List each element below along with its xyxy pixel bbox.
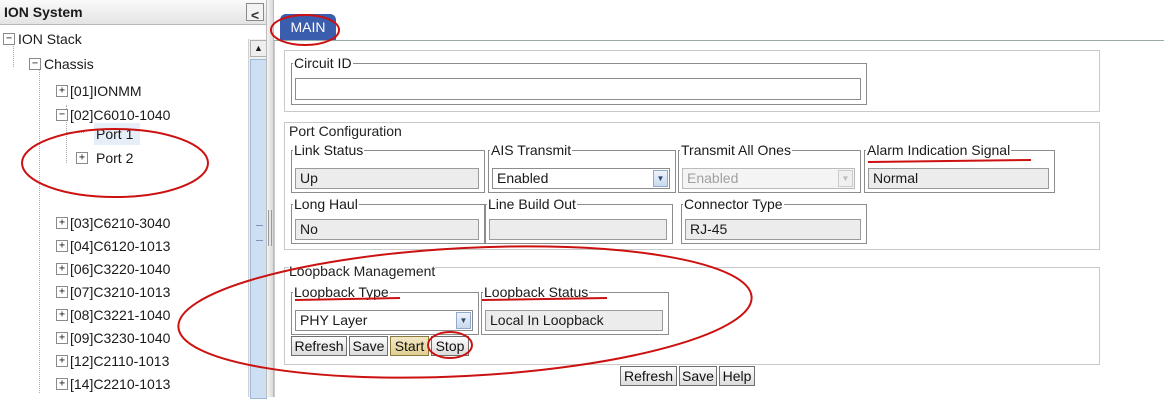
left-panel-header: ION System < [0, 0, 266, 25]
main-panel: MAIN Circuit ID Port Configuration Link … [274, 0, 1164, 397]
expand-tree-icon[interactable]: + [56, 332, 68, 344]
alarm-indication-signal-group: Alarm Indication Signal Normal [864, 142, 1055, 193]
connector-type-group: Connector Type RJ-45 [681, 196, 867, 244]
arrow-up-icon[interactable]: ▲ [250, 40, 267, 57]
expand-tree-icon[interactable]: + [56, 378, 68, 390]
loopback-start-button[interactable]: Start [390, 336, 429, 356]
ais-transmit-label: AIS Transmit [490, 142, 573, 158]
expand-tree-icon[interactable]: + [56, 263, 68, 275]
connector-type-label: Connector Type [683, 196, 784, 212]
tree-node-label: Chassis [44, 56, 94, 72]
tree-node-slot-04[interactable]: + [04]C6120-1013 [0, 235, 240, 257]
tree-node-label: [01]IONMM [70, 83, 142, 99]
link-status-label: Link Status [293, 142, 365, 158]
save-button[interactable]: Save [679, 366, 717, 386]
tree-node-slot-09[interactable]: + [09]C3230-1040 [0, 327, 240, 349]
long-haul-label: Long Haul [293, 196, 359, 212]
transmit-all-ones-value: Enabled [687, 170, 739, 186]
link-status-group: Link Status Up [291, 142, 485, 193]
loopback-type-group: Loopback Type PHY Layer ▼ [291, 284, 479, 335]
expand-tree-icon[interactable]: + [56, 240, 68, 252]
collapse-panel-button[interactable]: < [246, 3, 264, 23]
line-build-out-value [489, 219, 667, 240]
collapse-tree-icon[interactable]: − [3, 33, 15, 45]
loopback-type-select[interactable]: PHY Layer ▼ [295, 310, 473, 331]
long-haul-group: Long Haul No [291, 196, 485, 244]
link-status-value: Up [295, 168, 479, 189]
splitter-grip-icon [268, 210, 272, 246]
long-haul-value: No [295, 219, 479, 240]
tree-node-label: [04]C6120-1013 [70, 238, 171, 254]
expand-tree-icon[interactable]: + [56, 286, 68, 298]
line-build-out-group: Line Build Out [485, 196, 673, 244]
transmit-all-ones-group: Transmit All Ones Enabled ▼ [678, 142, 861, 193]
tree-node-slot-08[interactable]: + [08]C3221-1040 [0, 304, 240, 326]
tree-node-label: [03]C6210-3040 [70, 215, 171, 231]
tab-bar: MAIN [274, 0, 1164, 41]
tree-node-port-1[interactable]: Port 1 [94, 123, 140, 145]
tree-node-label: [14]C2210-1013 [70, 376, 171, 392]
tree-node-label: Port 1 [96, 126, 134, 142]
circuit-id-input[interactable] [295, 78, 861, 100]
expand-tree-icon[interactable]: + [76, 152, 88, 164]
loopback-refresh-button[interactable]: Refresh [291, 336, 347, 356]
left-panel-title: ION System [4, 4, 83, 20]
loopback-stop-button[interactable]: Stop [431, 336, 469, 356]
refresh-button[interactable]: Refresh [620, 366, 677, 386]
tree-node-slot-03[interactable]: + [03]C6210-3040 [0, 212, 240, 234]
expand-tree-icon[interactable]: + [56, 85, 68, 97]
tree-node-slot-14[interactable]: + [14]C2210-1013 [0, 373, 240, 395]
tree-node-label: [12]C2110-1013 [70, 353, 170, 369]
alarm-indication-signal-value: Normal [868, 168, 1049, 189]
tree-node-ion-stack[interactable]: − ION Stack [0, 28, 240, 50]
loopback-status-label: Loopback Status [483, 284, 590, 300]
loopback-type-label: Loopback Type [293, 284, 390, 300]
alarm-indication-signal-label: Alarm Indication Signal [866, 142, 1012, 158]
port-config-title: Port Configuration [289, 123, 402, 139]
chevron-down-icon[interactable]: ▼ [456, 312, 471, 329]
ais-transmit-value: Enabled [497, 170, 549, 186]
chevron-down-icon[interactable]: ▼ [653, 170, 668, 187]
left-panel: ION System < − ION Stack − Chassis + [01… [0, 0, 267, 399]
tree-node-label: ION Stack [18, 31, 82, 47]
tree-node-slot-01[interactable]: + [01]IONMM [0, 80, 240, 102]
expand-tree-icon[interactable]: + [56, 217, 68, 229]
panel-splitter[interactable] [266, 0, 274, 397]
loopback-title: Loopback Management [289, 263, 436, 279]
collapse-tree-icon[interactable]: − [56, 109, 68, 121]
line-build-out-label: Line Build Out [487, 196, 577, 212]
ais-transmit-select[interactable]: Enabled ▼ [492, 168, 670, 189]
tree-node-slot-12[interactable]: + [12]C2110-1013 [0, 350, 240, 372]
main-content: Circuit ID Port Configuration Link Statu… [274, 41, 1164, 397]
tree-node-label: [07]C3210-1013 [70, 284, 171, 300]
tree-node-label: [09]C3230-1040 [70, 330, 171, 346]
loopback-type-value: PHY Layer [300, 312, 368, 328]
expand-tree-icon[interactable]: + [56, 309, 68, 321]
chevron-down-icon: ▼ [838, 170, 853, 187]
tree-node-slot-07[interactable]: + [07]C3210-1013 [0, 281, 240, 303]
tree-node-port-2[interactable]: + Port 2 [0, 147, 240, 169]
collapse-tree-icon[interactable]: − [29, 58, 41, 70]
tree-node-slot-06[interactable]: + [06]C3220-1040 [0, 258, 240, 280]
tree-scrollbar[interactable]: ▲ [248, 39, 267, 399]
connector-type-value: RJ-45 [685, 219, 861, 240]
tab-main[interactable]: MAIN [280, 14, 336, 40]
tree-node-chassis[interactable]: − Chassis [0, 53, 240, 75]
tree-node-label: [08]C3221-1040 [70, 307, 171, 323]
circuit-id-label: Circuit ID [293, 55, 353, 71]
circuit-id-group: Circuit ID [291, 55, 867, 105]
help-button[interactable]: Help [719, 366, 755, 386]
tree-node-label: [06]C3220-1040 [70, 261, 171, 277]
device-tree: − ION Stack − Chassis + [01]IONMM − [02]… [0, 25, 248, 397]
transmit-all-ones-select: Enabled ▼ [682, 168, 855, 189]
tree-node-label: Port 2 [96, 150, 134, 166]
expand-tree-icon[interactable]: + [56, 355, 68, 367]
transmit-all-ones-label: Transmit All Ones [680, 142, 792, 158]
loopback-status-group: Loopback Status Local In Loopback [481, 284, 669, 335]
loopback-save-button[interactable]: Save [349, 336, 388, 356]
scrollbar-thumb[interactable] [250, 59, 267, 399]
chevron-left-icon: < [251, 7, 260, 23]
loopback-status-value: Local In Loopback [485, 310, 663, 331]
ais-transmit-group: AIS Transmit Enabled ▼ [488, 142, 676, 193]
